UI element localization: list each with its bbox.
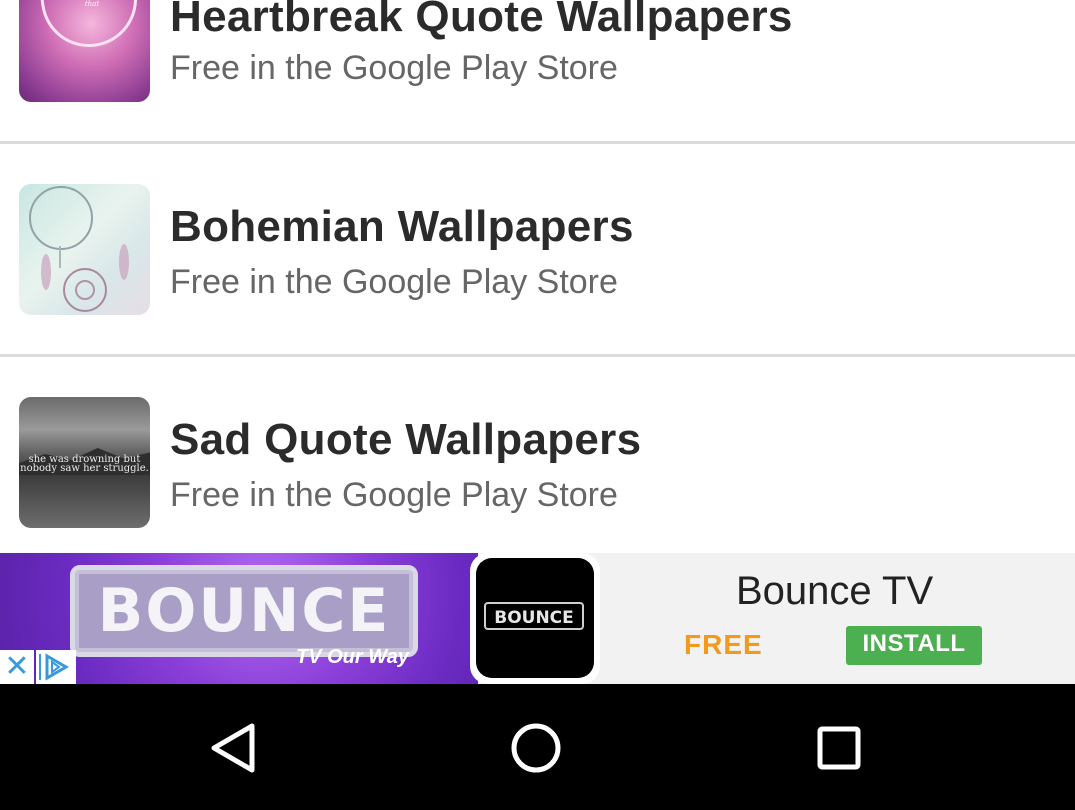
bounce-icon-logo: BOUNCE — [484, 602, 584, 630]
bounce-logo: BOUNCE — [70, 565, 418, 657]
home-icon[interactable] — [506, 720, 566, 776]
ad-banner[interactable]: BOUNCE TV Our Way ✕ BOUNCE Bounce TV FRE… — [0, 553, 1075, 684]
item-title: Heartbreak Quote Wallpapers — [170, 0, 793, 41]
item-subtitle: Free in the Google Play Store — [170, 476, 618, 514]
feather-icon — [41, 254, 51, 290]
list-item-sad-quote[interactable]: she was drowning but nobody saw her stru… — [0, 356, 1075, 553]
feather-icon — [119, 244, 129, 280]
list-item-bohemian[interactable]: Bohemian Wallpapers Free in the Google P… — [0, 143, 1075, 355]
wallpaper-app-list: I'd say Keep in touch but I'm sure you w… — [0, 0, 1075, 553]
item-subtitle: Free in the Google Play Store — [170, 263, 618, 301]
ad-app-icon[interactable]: BOUNCE — [470, 553, 600, 684]
list-item-heartbreak-quote[interactable]: I'd say Keep in touch but I'm sure you w… — [0, 0, 1075, 142]
system-navigation-bar — [0, 684, 1075, 810]
thumbnail-quote-text: I'd say Keep in touch but I'm sure you w… — [84, 0, 100, 8]
bohemian-thumbnail — [19, 184, 150, 315]
adchoices-icon[interactable] — [36, 650, 76, 684]
recents-icon[interactable] — [810, 720, 870, 776]
back-icon[interactable] — [205, 720, 265, 776]
ad-tagline: TV Our Way — [296, 646, 409, 668]
ad-close-icon[interactable]: ✕ — [0, 650, 34, 684]
ad-price-label: FREE — [684, 629, 763, 660]
install-button[interactable]: INSTALL — [846, 626, 982, 665]
item-subtitle: Free in the Google Play Store — [170, 49, 618, 87]
sad-quote-thumbnail: she was drowning but nobody saw her stru… — [19, 397, 150, 528]
item-title: Bohemian Wallpapers — [170, 202, 634, 251]
ad-app-title[interactable]: Bounce TV — [736, 569, 933, 614]
dreamcatcher-ring — [29, 186, 93, 250]
item-title: Sad Quote Wallpapers — [170, 415, 642, 464]
thumbnail-quote-text: she was drowning but nobody saw her stru… — [20, 454, 149, 474]
heartbreak-thumbnail: I'd say Keep in touch but I'm sure you w… — [19, 0, 150, 102]
